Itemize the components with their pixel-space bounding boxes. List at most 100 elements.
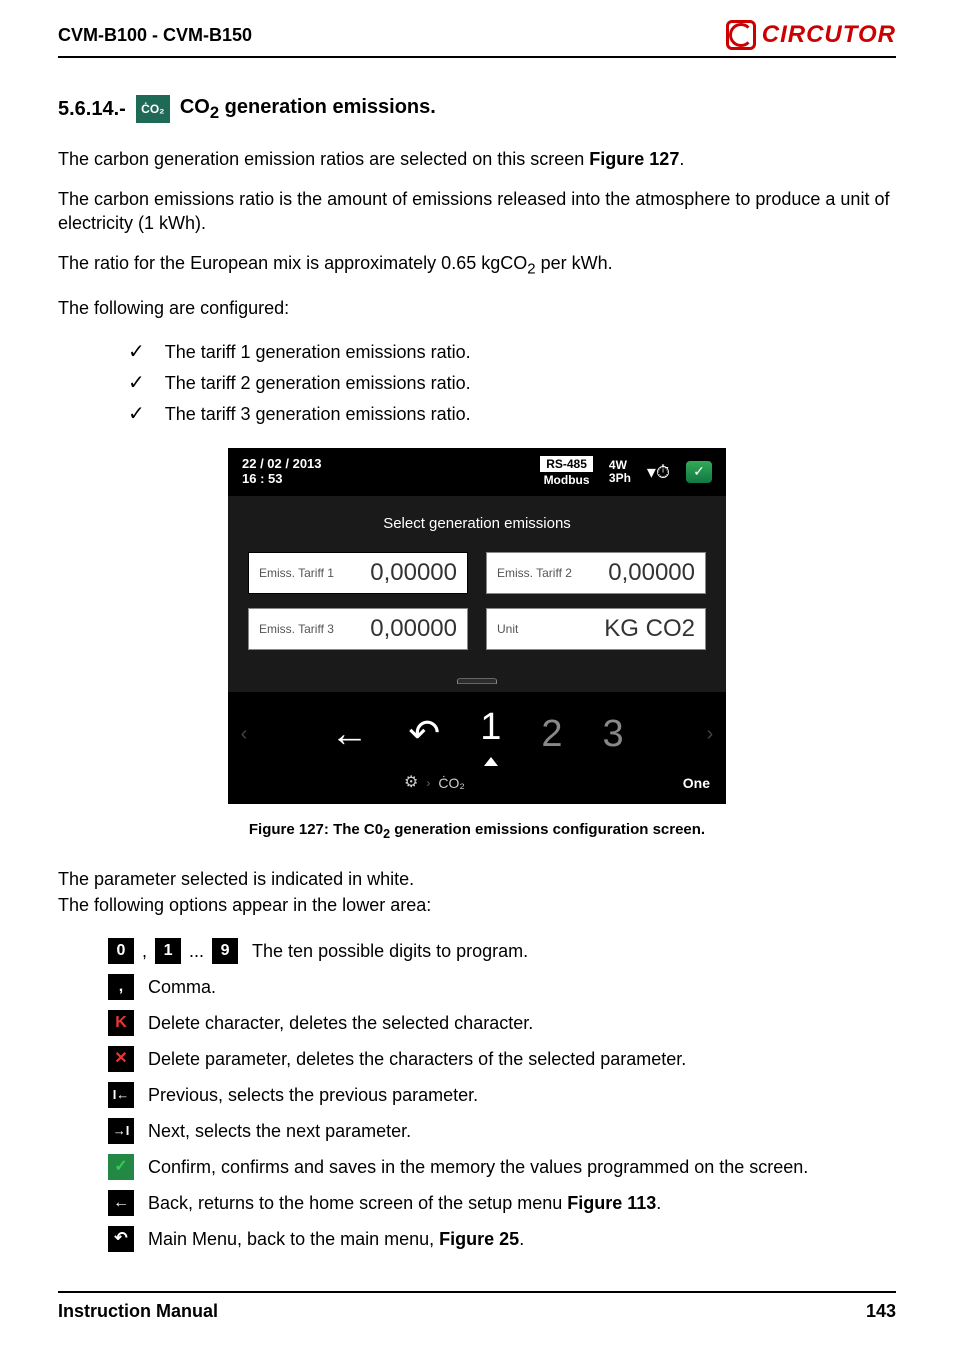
- field-label: Emiss. Tariff 2: [497, 565, 575, 581]
- section-number: 5.6.14.-: [58, 96, 126, 123]
- p1-pre: The carbon generation emission ratios ar…: [58, 149, 589, 169]
- wiring-bot: 3Ph: [609, 472, 631, 485]
- page-indicator: One: [683, 774, 710, 793]
- key-1: 1: [155, 938, 181, 964]
- p1-fig-ref: Figure 127: [589, 149, 679, 169]
- device-breadcrumb: ⚙ › ĊO₂ One: [228, 766, 726, 804]
- legend-text: Previous, selects the previous parameter…: [148, 1083, 478, 1107]
- legend-text-pre: Main Menu, back to the main menu,: [148, 1229, 439, 1249]
- device-ok-icon: ✓: [686, 461, 712, 483]
- rs485-badge: RS-485 Modbus: [540, 456, 593, 488]
- check-list: ✓ The tariff 1 generation emissions ratio…: [58, 337, 896, 430]
- legend-text-pre: Back, returns to the home screen of the …: [148, 1193, 567, 1213]
- field-tariff2[interactable]: Emiss. Tariff 2 0,00000: [486, 552, 706, 594]
- field-value: 0,00000: [337, 557, 457, 589]
- legend-delete-char: K Delete character, deletes the selected…: [58, 1005, 896, 1041]
- sep: ,: [142, 939, 147, 963]
- header-divider: [58, 56, 896, 58]
- drawer-handle[interactable]: [248, 658, 706, 684]
- list-item: ✓ The tariff 1 generation emissions ratio…: [128, 337, 896, 368]
- key-back: ←: [108, 1190, 134, 1216]
- field-label: Unit: [497, 621, 575, 637]
- caption-post: generation emissions configuration scree…: [390, 821, 705, 838]
- key-delete-char: K: [108, 1010, 134, 1036]
- nav-scroll-left-icon[interactable]: ‹: [238, 721, 250, 748]
- field-unit[interactable]: Unit KG CO2: [486, 608, 706, 650]
- legend-text-post: .: [519, 1229, 524, 1249]
- legend-fig-ref: Figure 25: [439, 1229, 519, 1249]
- list-item-text: The tariff 2 generation emissions ratio.: [165, 371, 471, 395]
- legend-back: ← Back, returns to the home screen of th…: [58, 1185, 896, 1221]
- device-statusbar: 22 / 02 / 2013 16 : 53 RS-485 Modbus 4W …: [228, 448, 726, 496]
- nav-back-button[interactable]: ←: [330, 709, 368, 760]
- gear-icon: ⚙: [404, 772, 418, 794]
- legend-mainmenu: ↶ Main Menu, back to the main menu, Figu…: [58, 1221, 896, 1257]
- check-icon: ✓: [128, 339, 145, 366]
- field-tariff3[interactable]: Emiss. Tariff 3 0,00000: [248, 608, 468, 650]
- nav-digit-2[interactable]: 2: [541, 709, 562, 760]
- field-label: Emiss. Tariff 3: [259, 621, 337, 637]
- check-icon: ✓: [128, 401, 145, 428]
- nav-digit-1[interactable]: 1: [480, 702, 501, 766]
- brand-logo-icon: [726, 20, 756, 50]
- key-comma: ,: [108, 974, 134, 1000]
- section-title-co: CO: [180, 96, 210, 118]
- header-product: CVM-B100 - CVM-B150: [58, 25, 252, 46]
- legend-text: Delete character, deletes the selected c…: [148, 1011, 533, 1035]
- device-date: 22 / 02 / 2013: [242, 457, 322, 472]
- legend-previous: I← Previous, selects the previous parame…: [58, 1077, 896, 1113]
- section-title-rest: generation emissions.: [219, 96, 436, 118]
- section-title-sub: 2: [210, 103, 219, 122]
- field-label: Emiss. Tariff 1: [259, 565, 337, 581]
- co2-icon: ĊO₂: [136, 95, 170, 123]
- after-fig-line1: The parameter selected is indicated in w…: [58, 867, 896, 891]
- legend-text: Back, returns to the home screen of the …: [148, 1191, 661, 1215]
- figure-caption: Figure 127: The C02 generation emissions…: [58, 820, 896, 843]
- key-mainmenu: ↶: [108, 1226, 134, 1252]
- legend-text: Comma.: [148, 975, 216, 999]
- footer-divider: [58, 1291, 896, 1293]
- field-tariff1[interactable]: Emiss. Tariff 1 0,00000: [248, 552, 468, 594]
- device-body-title: Select generation emissions: [248, 514, 706, 534]
- paragraph-1: The carbon generation emission ratios ar…: [58, 147, 896, 171]
- legend-delete-param: ✕ Delete parameter, deletes the characte…: [58, 1041, 896, 1077]
- p1-post: .: [679, 149, 684, 169]
- key-delete-param: ✕: [108, 1046, 134, 1072]
- legend-text: Delete parameter, deletes the characters…: [148, 1047, 686, 1071]
- field-value: 0,00000: [575, 557, 695, 589]
- legend-next: →I Next, selects the next parameter.: [58, 1113, 896, 1149]
- key-confirm: ✓: [108, 1154, 134, 1180]
- list-item-text: The tariff 1 generation emissions ratio.: [165, 340, 471, 364]
- field-value: 0,00000: [337, 613, 457, 645]
- legend-text: Next, selects the next parameter.: [148, 1119, 411, 1143]
- check-icon: ✓: [128, 370, 145, 397]
- p3-sub: 2: [527, 261, 535, 278]
- brand-name: CIRCUTOR: [762, 21, 896, 49]
- sep: ...: [189, 939, 204, 963]
- legend-text: Confirm, confirms and saves in the memor…: [148, 1155, 808, 1179]
- wiring-badge: 4W 3Ph: [609, 459, 631, 485]
- key-0: 0: [108, 938, 134, 964]
- key-previous: I←: [108, 1082, 134, 1108]
- list-item-text: The tariff 3 generation emissions ratio.: [165, 402, 471, 426]
- legend: 0, 1 ... 9 The ten possible digits to pr…: [58, 933, 896, 1257]
- co2-breadcrumb-icon: ĊO₂: [438, 774, 464, 793]
- device-body: Select generation emissions Emiss. Tarif…: [228, 496, 726, 692]
- nav-digit-3[interactable]: 3: [602, 709, 623, 760]
- legend-text: The ten possible digits to program.: [252, 939, 528, 963]
- caption-sub: 2: [383, 827, 390, 841]
- paragraph-2: The carbon emissions ratio is the amount…: [58, 187, 896, 236]
- page-number: 143: [866, 1301, 896, 1322]
- legend-confirm: ✓ Confirm, confirms and saves in the mem…: [58, 1149, 896, 1185]
- nav-scroll-right-icon[interactable]: ›: [704, 721, 716, 748]
- after-fig-line2: The following options appear in the lowe…: [58, 893, 896, 917]
- legend-comma: , Comma.: [58, 969, 896, 1005]
- legend-text: Main Menu, back to the main menu, Figure…: [148, 1227, 524, 1251]
- rs-bot: Modbus: [544, 472, 590, 488]
- legend-fig-ref: Figure 113: [567, 1193, 656, 1213]
- key-next: →I: [108, 1118, 134, 1144]
- p3-post: per kWh.: [536, 253, 613, 273]
- list-item: ✓ The tariff 2 generation emissions ratio…: [128, 368, 896, 399]
- nav-undo-button[interactable]: ↶: [408, 709, 440, 760]
- wiring-top: 4W: [609, 459, 631, 472]
